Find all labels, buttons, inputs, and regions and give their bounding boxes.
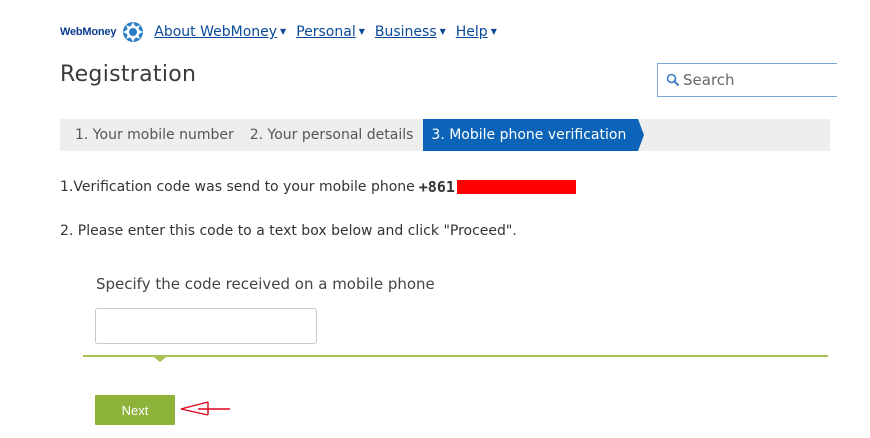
instruction-text-1: 1.Verification code was send to your mob… — [60, 179, 415, 195]
page-title: Registration — [60, 62, 197, 87]
nav-label: Business — [374, 24, 437, 40]
instruction-line-1: 1.Verification code was send to your mob… — [60, 178, 576, 196]
nav-help[interactable]: Help ▼ — [456, 24, 497, 40]
section-divider — [83, 355, 828, 357]
step-personal-details: 2. Your personal details — [249, 127, 414, 143]
brand-name[interactable]: WebMoney — [60, 26, 116, 38]
divider-notch — [151, 355, 169, 362]
nav-personal[interactable]: Personal ▼ — [296, 24, 365, 40]
magnifier-icon — [666, 73, 680, 87]
nav-business[interactable]: Business ▼ — [375, 24, 446, 40]
globe-icon[interactable] — [122, 21, 144, 43]
step-mobile-verification: 3. Mobile phone verification — [423, 119, 645, 151]
caret-down-icon: ▼ — [439, 27, 446, 36]
nav-about-webmoney[interactable]: About WebMoney ▼ — [154, 24, 286, 40]
next-button[interactable]: Next — [95, 395, 175, 425]
registration-steps: 1. Your mobile number 2. Your personal d… — [60, 119, 830, 151]
caret-down-icon: ▼ — [358, 27, 365, 36]
nav-label: Personal — [296, 24, 356, 40]
redaction-bar — [456, 180, 576, 194]
caret-down-icon: ▼ — [490, 27, 497, 36]
verification-code-input[interactable] — [95, 308, 317, 344]
instruction-line-2: 2. Please enter this code to a text box … — [60, 223, 517, 239]
phone-number: +861 — [418, 178, 455, 196]
search-input[interactable] — [683, 71, 833, 89]
nav-label: Help — [455, 24, 488, 40]
nav-label: About WebMoney — [154, 24, 278, 40]
top-navigation: WebMoney About WebMoney ▼ Personal ▼ Busin… — [60, 20, 507, 44]
annotation-arrow-icon — [180, 401, 230, 416]
step-mobile-number: 1. Your mobile number — [75, 127, 234, 143]
code-field-label: Specify the code received on a mobile ph… — [96, 275, 435, 293]
caret-down-icon: ▼ — [280, 27, 287, 36]
search-box[interactable] — [657, 63, 837, 97]
